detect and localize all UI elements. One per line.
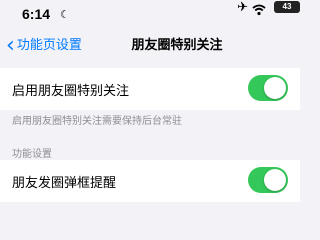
enable-follow-toggle[interactable]: [248, 75, 288, 101]
airplane-icon: ✈: [237, 0, 248, 15]
toggle-knob: [264, 77, 286, 99]
moon-icon: ☾: [60, 8, 70, 21]
footnote-text: 启用朋友圈特别关注需要保持后台常驻: [12, 116, 182, 127]
wifi-icon: [252, 1, 266, 16]
status-time: 6:14: [22, 6, 51, 22]
toggle-knob: [264, 169, 286, 191]
status-bar: 6:14 ☾ ✈ 43: [0, 0, 300, 30]
popup-alert-toggle[interactable]: [248, 167, 288, 193]
section-header: 功能设置: [12, 149, 52, 160]
settings-row-enable-follow: 启用朋友圈特别关注: [0, 68, 300, 110]
navigation-bar: ‹ 功能页设置 朋友圈特别关注: [0, 32, 300, 60]
settings-row-popup-alert: 朋友发圈弹框提醒: [0, 160, 300, 202]
battery-icon: 43: [274, 1, 300, 13]
row-label: 朋友发圈弹框提醒: [12, 175, 117, 191]
row-label: 启用朋友圈特别关注: [12, 83, 130, 99]
page-title: 朋友圈特别关注: [131, 38, 223, 53]
